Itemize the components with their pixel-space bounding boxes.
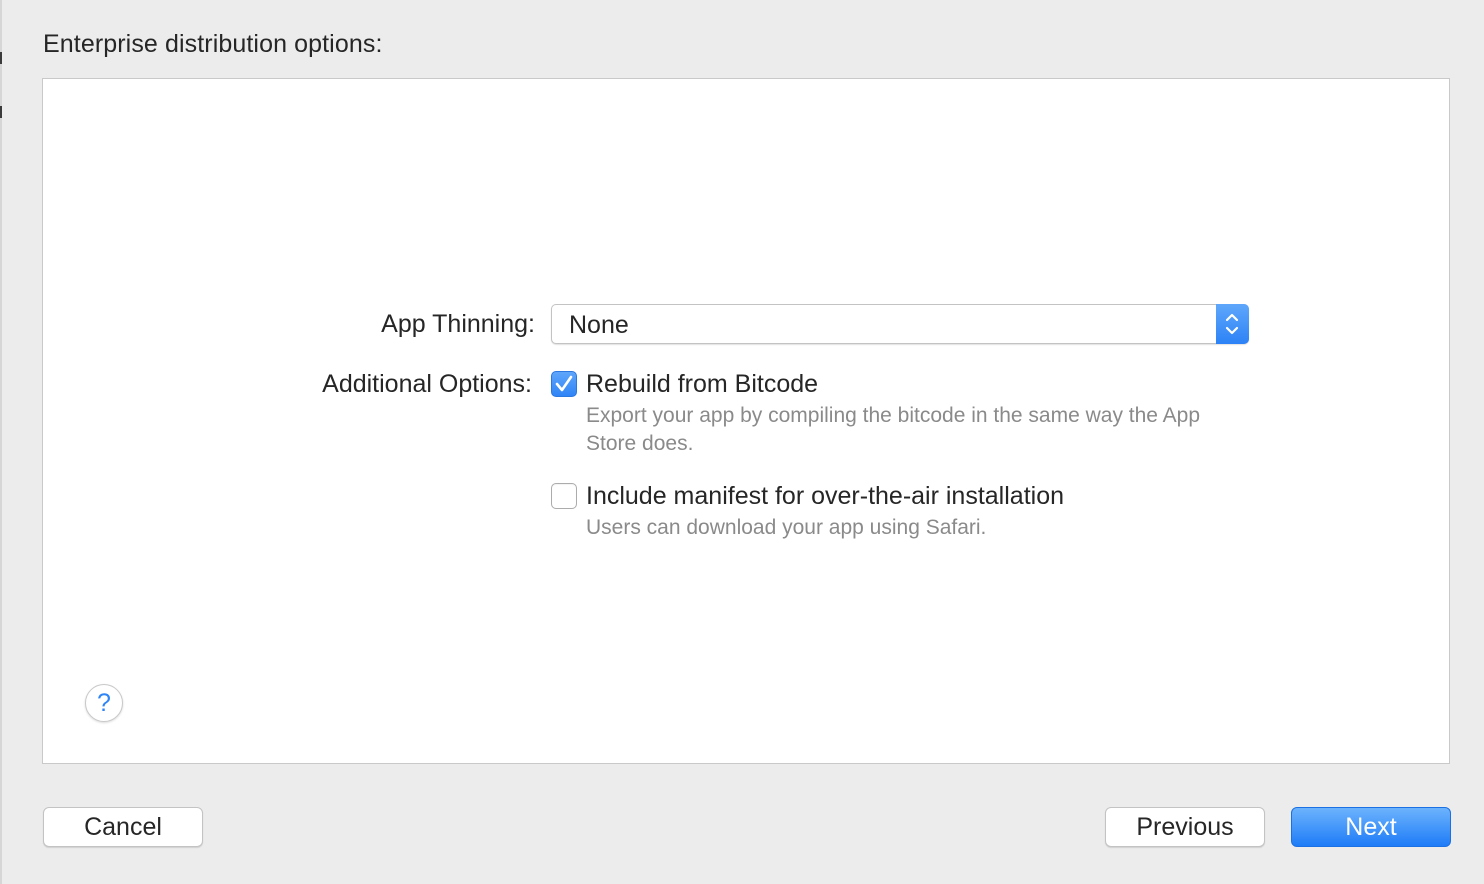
rebuild-bitcode-description: Export your app by compiling the bitcode…	[586, 404, 1201, 455]
rebuild-bitcode-checkbox[interactable]	[551, 371, 577, 397]
options-panel: App Thinning: None Additional Options: R…	[42, 78, 1450, 764]
include-manifest-checkbox[interactable]	[551, 483, 577, 509]
window-left-edge	[0, 0, 2, 884]
cancel-button[interactable]: Cancel	[43, 807, 203, 847]
additional-options-label: Additional Options:	[322, 370, 532, 398]
include-manifest-description: Users can download your app using Safari…	[586, 516, 987, 539]
edge-mark	[0, 52, 2, 64]
app-thinning-label: App Thinning:	[381, 310, 535, 338]
next-button[interactable]: Next	[1291, 807, 1451, 847]
help-button[interactable]: ?	[85, 684, 123, 722]
app-thinning-value: None	[569, 311, 629, 339]
rebuild-bitcode-label[interactable]: Rebuild from Bitcode	[586, 370, 818, 399]
chevron-up-down-icon	[1225, 313, 1239, 335]
question-mark-icon: ?	[97, 689, 111, 717]
edge-mark	[0, 106, 2, 118]
include-manifest-label[interactable]: Include manifest for over-the-air instal…	[586, 482, 1064, 511]
app-thinning-popup[interactable]: None	[551, 304, 1249, 344]
page-title: Enterprise distribution options:	[43, 30, 383, 58]
checkmark-icon	[555, 375, 573, 392]
previous-button[interactable]: Previous	[1105, 807, 1265, 847]
popup-stepper	[1216, 304, 1249, 344]
